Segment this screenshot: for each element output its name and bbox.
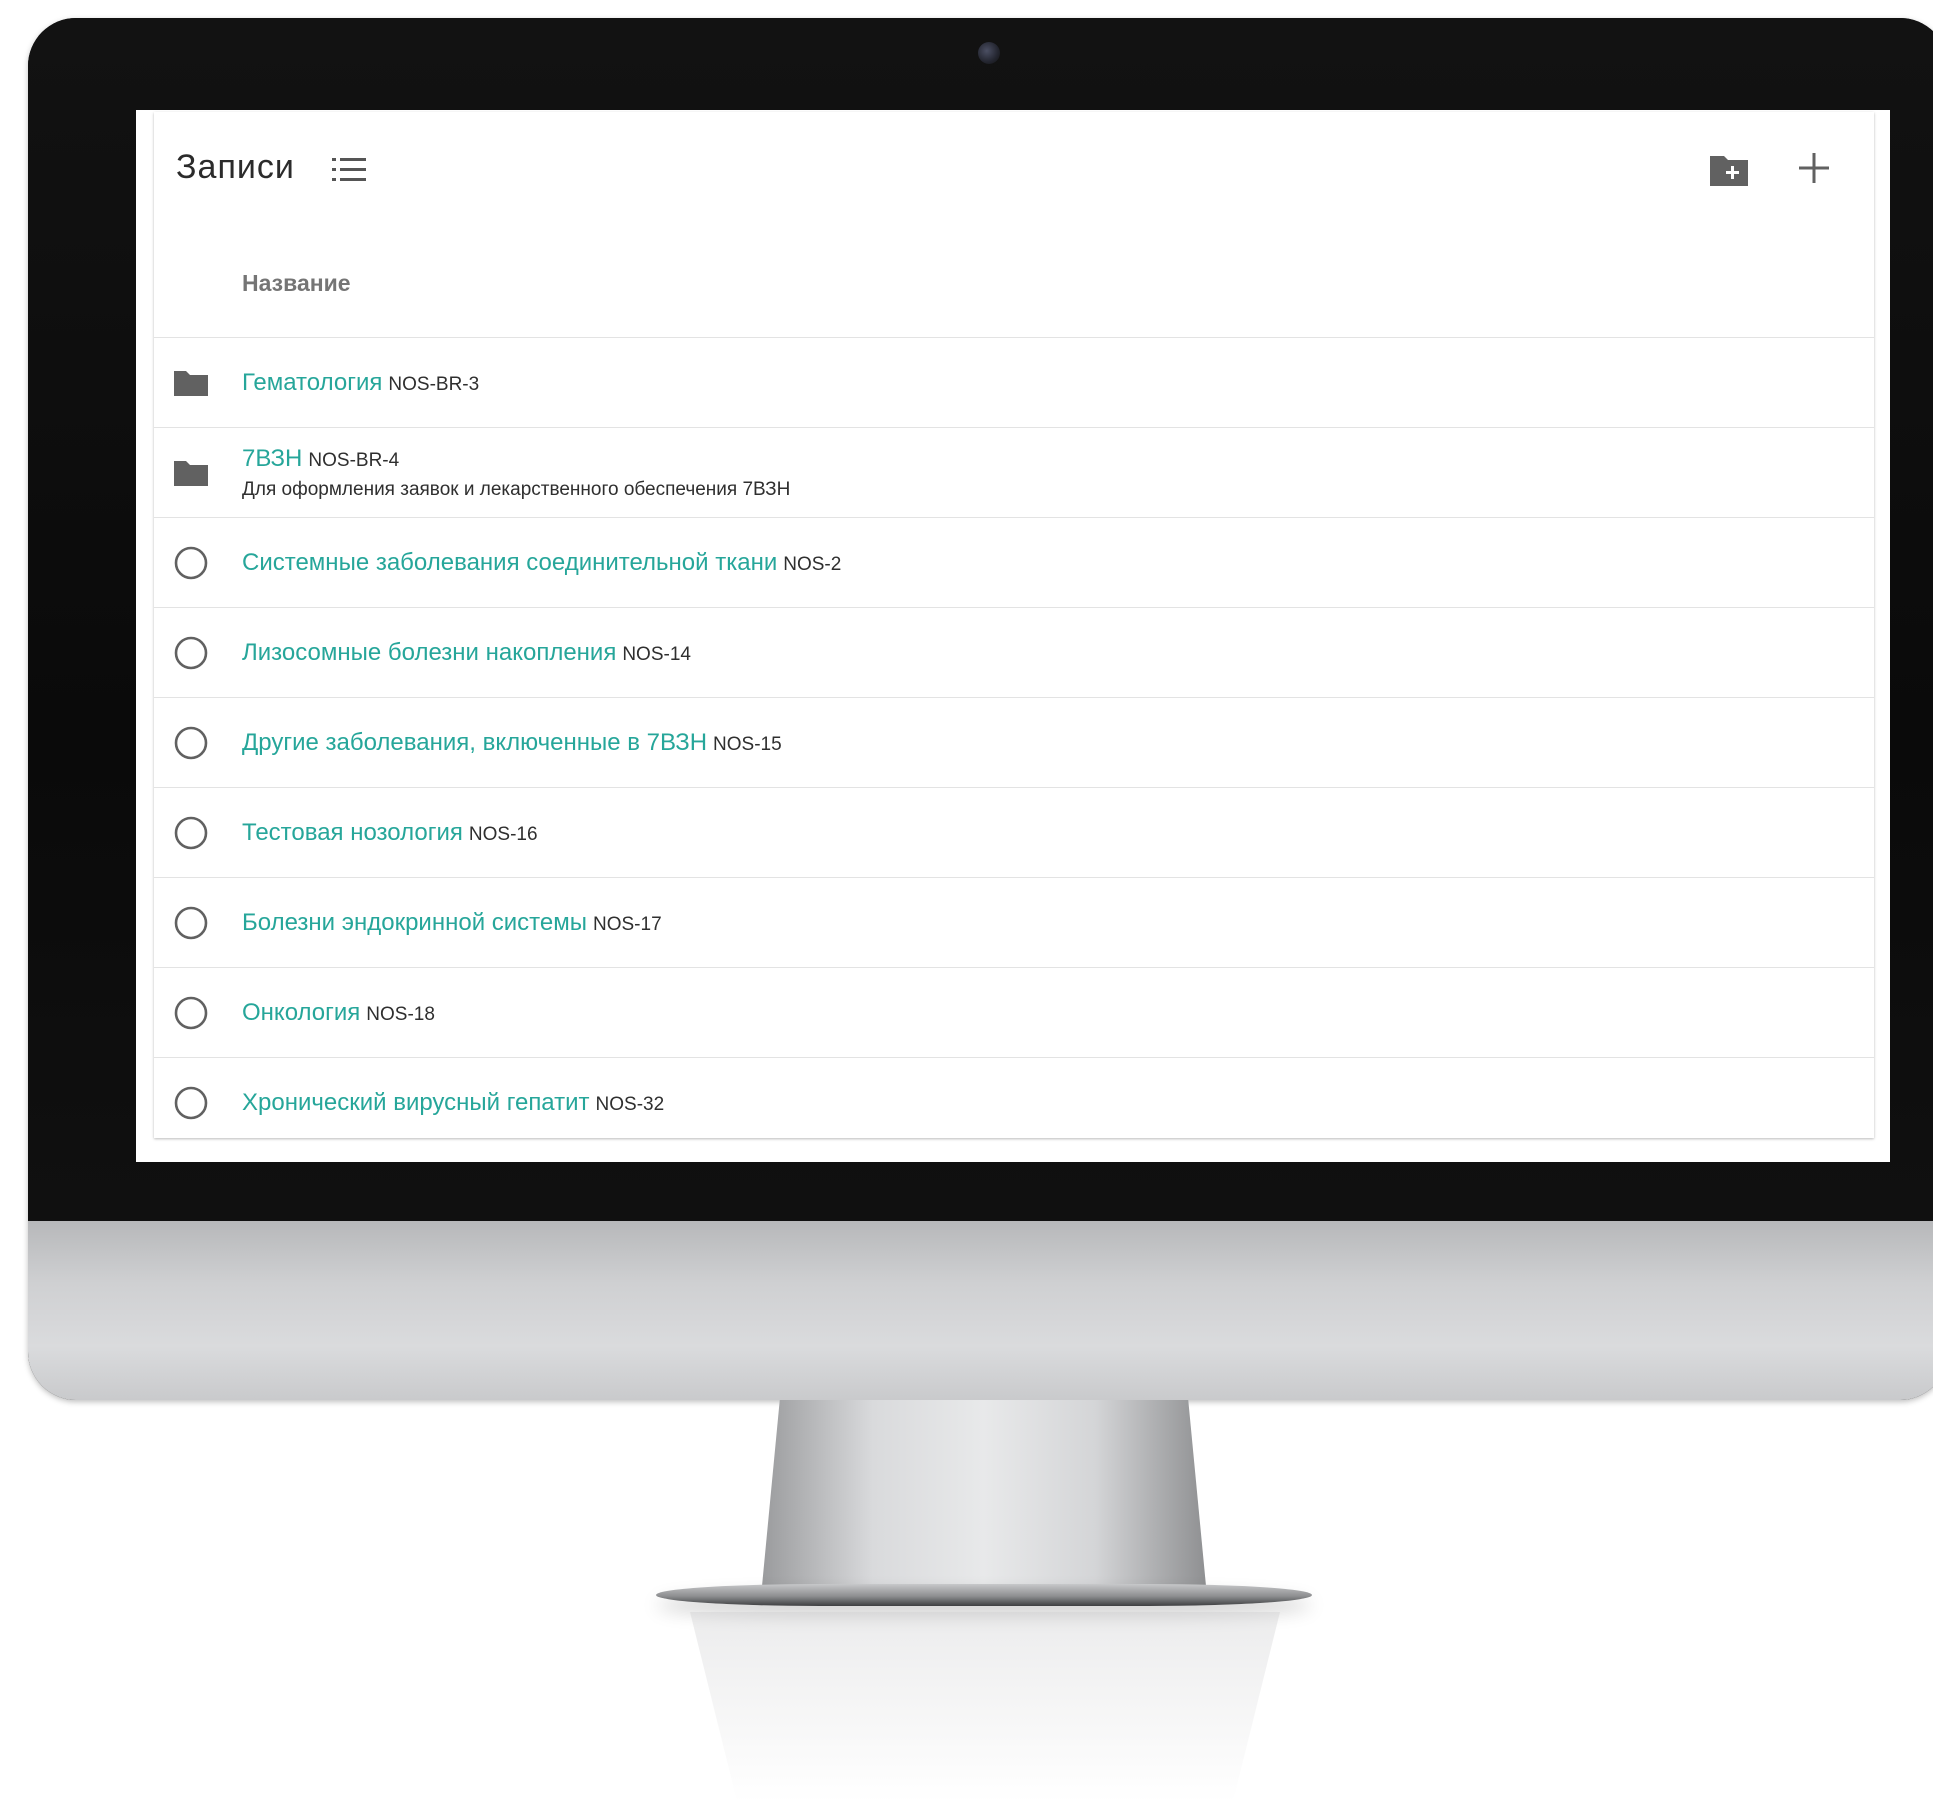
row-text: Тестовая нозология NOS-16 xyxy=(242,788,538,877)
row-title-line: Системные заболевания соединительной тка… xyxy=(242,549,841,577)
table-row[interactable]: Гематология NOS-BR-3 xyxy=(154,338,1874,428)
record-name-link[interactable]: Хронический вирусный гепатит xyxy=(242,1089,590,1116)
radio-circle-icon[interactable] xyxy=(172,724,210,762)
camera-icon xyxy=(978,42,1000,64)
table-row[interactable]: Лизосомные болезни накопления NOS-14 xyxy=(154,608,1874,698)
column-header[interactable]: Название xyxy=(154,224,1874,338)
list-icon[interactable] xyxy=(332,156,366,184)
table-row[interactable]: Системные заболевания соединительной тка… xyxy=(154,518,1874,608)
page-title: Записи xyxy=(176,148,295,186)
folder-icon xyxy=(174,371,208,396)
monitor-stand-base xyxy=(656,1584,1312,1606)
row-text: Хронический вирусный гепатит NOS-32 xyxy=(242,1058,664,1147)
radio-circle-icon[interactable] xyxy=(172,634,210,672)
table-row[interactable]: Другие заболевания, включенные в 7ВЗН NOS… xyxy=(154,698,1874,788)
table-row[interactable]: Хронический вирусный гепатит NOS-32 xyxy=(154,1058,1874,1147)
plus-icon[interactable] xyxy=(1796,150,1832,186)
record-code: NOS-15 xyxy=(713,733,782,755)
record-name-link[interactable]: Болезни эндокринной системы xyxy=(242,909,587,936)
row-text: Онкология NOS-18 xyxy=(242,968,435,1057)
record-code: NOS-2 xyxy=(783,553,842,575)
row-text: Гематология NOS-BR-3 xyxy=(242,338,479,427)
row-title-line: Онкология NOS-18 xyxy=(242,999,435,1027)
folder-icon xyxy=(174,461,208,486)
record-code: NOS-14 xyxy=(622,643,691,665)
row-title-line: Хронический вирусный гепатит NOS-32 xyxy=(242,1089,664,1117)
record-code: NOS-17 xyxy=(593,913,662,935)
row-title-line: Гематология NOS-BR-3 xyxy=(242,369,479,397)
row-title-line: Тестовая нозология NOS-16 xyxy=(242,819,538,847)
row-text: Лизосомные болезни накопления NOS-14 xyxy=(242,608,691,697)
radio-circle-icon[interactable] xyxy=(172,994,210,1032)
record-code: NOS-BR-3 xyxy=(388,373,480,395)
record-name-link[interactable]: Системные заболевания соединительной тка… xyxy=(242,549,777,576)
record-description: Для оформления заявок и лекарственного о… xyxy=(242,478,791,500)
row-title-line: Болезни эндокринной системы NOS-17 xyxy=(242,909,662,937)
row-title-line: 7ВЗН NOS-BR-4 xyxy=(242,445,790,473)
row-text: 7ВЗН NOS-BR-4 Для оформления заявок и лека… xyxy=(242,428,790,517)
folder-add-icon[interactable] xyxy=(1708,152,1750,188)
record-code: NOS-18 xyxy=(366,1003,435,1025)
monitor-chin xyxy=(28,1221,1933,1400)
monitor-stand xyxy=(762,1400,1206,1586)
records-toolbar: Записи xyxy=(154,112,1874,224)
row-title-line: Лизосомные болезни накопления NOS-14 xyxy=(242,639,691,667)
record-name-link[interactable]: Другие заболевания, включенные в 7ВЗН xyxy=(242,729,707,756)
record-name-link[interactable]: Тестовая нозология xyxy=(242,819,463,846)
table-row[interactable]: Тестовая нозология NOS-16 xyxy=(154,788,1874,878)
screen: Записи Название Гематология NOS-BR-3 7ВЗ… xyxy=(136,110,1890,1162)
record-name-link[interactable]: Онкология xyxy=(242,999,360,1026)
table-row[interactable]: Онкология NOS-18 xyxy=(154,968,1874,1058)
row-text: Системные заболевания соединительной тка… xyxy=(242,518,841,607)
records-list: Гематология NOS-BR-3 7ВЗН NOS-BR-4 Для оформ… xyxy=(154,338,1874,1147)
table-row[interactable]: 7ВЗН NOS-BR-4 Для оформления заявок и лека… xyxy=(154,428,1874,518)
record-code: NOS-BR-4 xyxy=(308,449,400,471)
record-name-link[interactable]: 7ВЗН xyxy=(242,445,302,472)
row-text: Другие заболевания, включенные в 7ВЗН NOS… xyxy=(242,698,782,787)
table-row[interactable]: Болезни эндокринной системы NOS-17 xyxy=(154,878,1874,968)
row-title-line: Другие заболевания, включенные в 7ВЗН NOS… xyxy=(242,729,782,757)
row-text: Болезни эндокринной системы NOS-17 xyxy=(242,878,662,967)
record-code: NOS-32 xyxy=(595,1093,665,1115)
radio-circle-icon[interactable] xyxy=(172,814,210,852)
radio-circle-icon[interactable] xyxy=(172,544,210,582)
column-header-name: Название xyxy=(242,270,351,296)
radio-circle-icon[interactable] xyxy=(172,1084,210,1122)
record-name-link[interactable]: Гематология xyxy=(242,369,382,396)
radio-circle-icon[interactable] xyxy=(172,904,210,942)
record-name-link[interactable]: Лизосомные болезни накопления xyxy=(242,639,616,666)
records-card: Записи Название Гематология NOS-BR-3 7ВЗ… xyxy=(154,112,1874,1138)
record-code: NOS-16 xyxy=(468,823,538,845)
monitor-frame: Записи Название Гематология NOS-BR-3 7ВЗ… xyxy=(28,18,1933,1400)
stand-reflection xyxy=(690,1612,1280,1802)
